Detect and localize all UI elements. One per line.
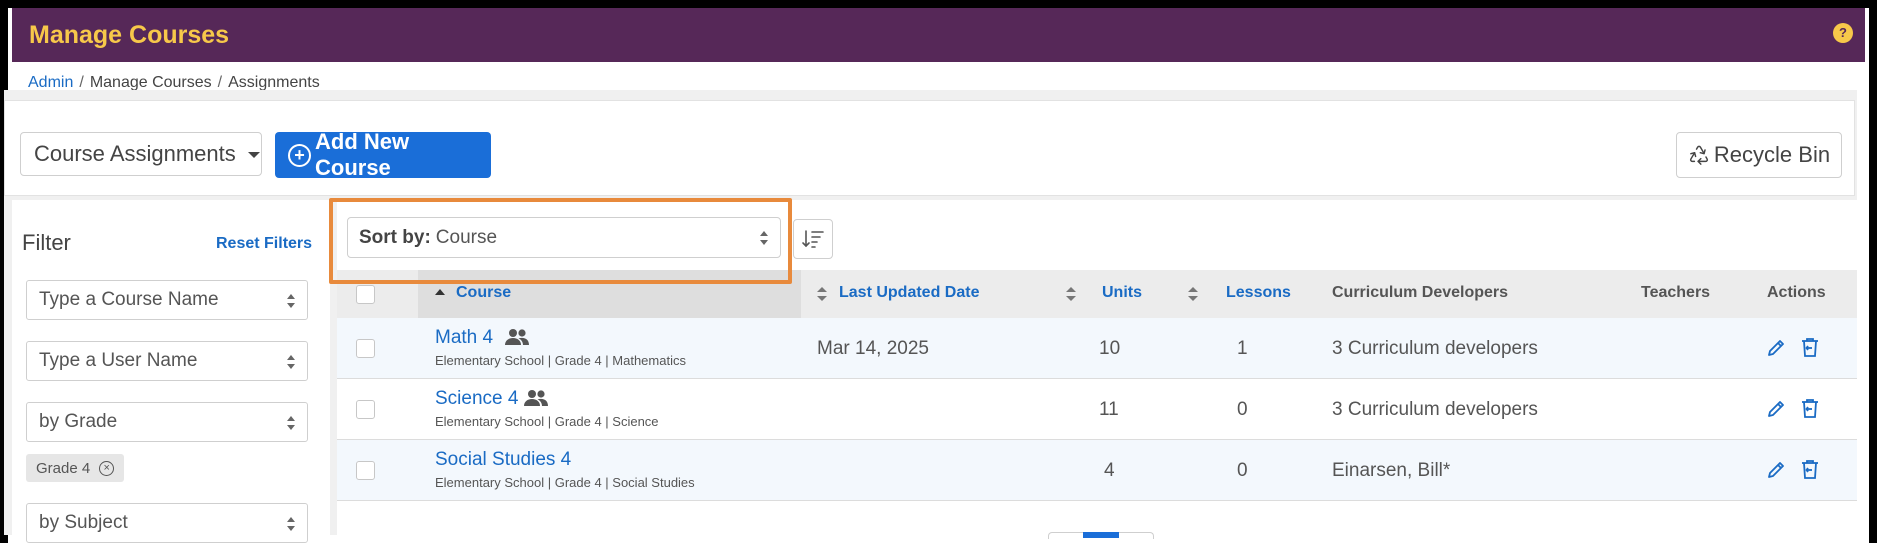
subject-filter-label: by Subject	[39, 512, 128, 533]
sort-by-value: Course	[435, 226, 498, 248]
lessons-cell: 1	[1237, 338, 1248, 359]
row-checkbox[interactable]	[356, 400, 375, 419]
select-all-checkbox[interactable]	[356, 285, 375, 304]
delete-trash-icon[interactable]	[1801, 337, 1819, 358]
header-actions: Actions	[1767, 284, 1826, 301]
help-icon[interactable]: ?	[1833, 23, 1853, 43]
delete-trash-icon[interactable]	[1801, 398, 1819, 419]
table-row	[337, 379, 1857, 440]
units-cell: 4	[1104, 460, 1115, 481]
breadcrumb-separator: /	[217, 74, 223, 91]
grade-filter-chip: Grade 4 ×	[26, 454, 125, 482]
sort-by-label: Sort by:	[359, 226, 431, 248]
plus-circle-icon: +	[288, 143, 311, 167]
developers-cell: 3 Curriculum developers	[1332, 338, 1538, 359]
course-link[interactable]: Social Studies 4	[435, 449, 571, 471]
view-select-dropdown[interactable]: Course Assignments	[20, 132, 262, 176]
header-course[interactable]: Course	[456, 284, 511, 302]
user-name-filter[interactable]: Type a User Name	[26, 341, 308, 381]
course-link[interactable]: Math 4	[435, 327, 493, 349]
remove-chip-icon[interactable]: ×	[99, 460, 115, 476]
course-subtitle: Elementary School | Grade 4 | Mathematic…	[435, 353, 686, 368]
add-new-course-label: Add New Course	[315, 129, 410, 180]
sort-ascending-icon	[435, 289, 445, 295]
filter-title: Filter	[22, 230, 71, 255]
sort-updown-icon	[287, 355, 295, 369]
people-icon	[505, 329, 529, 345]
developers-cell: 3 Curriculum developers	[1332, 399, 1538, 420]
people-icon	[524, 390, 548, 406]
sort-updown-icon	[1188, 287, 1198, 301]
header-lessons[interactable]: Lessons	[1226, 284, 1291, 302]
sort-direction-button[interactable]	[793, 219, 833, 259]
recycle-bin-button[interactable]: Recycle Bin	[1676, 132, 1842, 178]
subject-filter-select[interactable]: by Subject	[26, 503, 308, 543]
header-units[interactable]: Units	[1102, 284, 1142, 302]
breadcrumb-assignments: Assignments	[228, 74, 320, 91]
top-bar: Manage Courses ?	[12, 8, 1865, 62]
recycle-bin-label: Recycle Bin	[1713, 142, 1831, 167]
view-select-label: Course Assignments	[34, 141, 236, 166]
caret-down-icon	[247, 152, 260, 158]
row-checkbox[interactable]	[356, 461, 375, 480]
lessons-cell: 0	[1237, 460, 1248, 481]
header-teachers: Teachers	[1641, 284, 1711, 301]
edit-pencil-icon[interactable]	[1766, 460, 1786, 480]
recycle-icon	[1689, 145, 1708, 165]
page-title: Manage Courses	[29, 20, 230, 49]
grade-filter-select[interactable]: by Grade	[26, 402, 308, 442]
edit-pencil-icon[interactable]	[1766, 338, 1786, 358]
course-name-placeholder: Type a Course Name	[39, 289, 219, 310]
table-row	[337, 318, 1857, 379]
breadcrumb-admin-link[interactable]: Admin	[28, 74, 73, 91]
sort-descending-icon	[802, 230, 824, 248]
sort-updown-icon	[760, 231, 768, 245]
row-checkbox[interactable]	[356, 339, 375, 358]
sort-updown-icon	[287, 416, 295, 430]
lessons-cell: 0	[1237, 399, 1248, 420]
sort-updown-icon	[1066, 287, 1076, 301]
add-new-course-button[interactable]: + Add New Course	[275, 129, 491, 180]
header-last-updated[interactable]: Last Updated Date	[839, 284, 979, 302]
edit-pencil-icon[interactable]	[1766, 399, 1786, 419]
sort-updown-icon	[817, 287, 827, 301]
course-link[interactable]: Science 4	[435, 388, 518, 410]
reset-filters-link[interactable]: Reset Filters	[216, 235, 312, 253]
breadcrumb-manage-courses: Manage Courses	[89, 74, 212, 91]
units-cell: 11	[1099, 399, 1119, 420]
pagination-active-page[interactable]	[1083, 532, 1119, 538]
breadcrumb-separator: /	[79, 74, 84, 91]
user-name-placeholder: Type a User Name	[39, 350, 198, 371]
course-subtitle: Elementary School | Grade 4 | Science	[435, 414, 659, 429]
grade-filter-label: by Grade	[39, 411, 118, 432]
units-cell: 10	[1099, 338, 1121, 359]
last-updated-cell: Mar 14, 2025	[817, 338, 929, 359]
developers-cell: Einarsen, Bill*	[1332, 460, 1451, 481]
sort-updown-icon	[287, 517, 295, 531]
sort-by-select[interactable]: Sort by: Course	[347, 217, 781, 258]
grade-chip-label: Grade 4	[36, 459, 91, 477]
header-curriculum-developers: Curriculum Developers	[1332, 284, 1509, 301]
course-name-filter[interactable]: Type a Course Name	[26, 280, 308, 320]
delete-trash-icon[interactable]	[1801, 459, 1819, 480]
course-subtitle: Elementary School | Grade 4 | Social Stu…	[435, 475, 695, 490]
sort-updown-icon	[287, 294, 295, 308]
